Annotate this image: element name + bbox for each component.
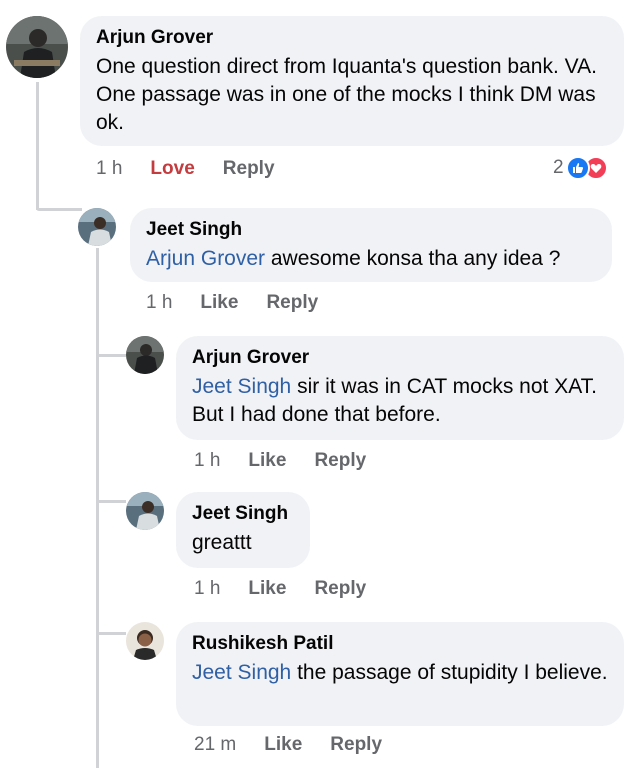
reply-button[interactable]: Reply [330, 734, 382, 756]
comment-text: One question direct from Iquanta's quest… [96, 55, 597, 134]
avatar[interactable] [126, 492, 164, 530]
comment-actions: 1 h Love Reply [96, 158, 275, 180]
comment-actions: 21 m Like Reply [194, 734, 382, 756]
mention-link[interactable]: Jeet Singh [192, 661, 291, 684]
reply-button[interactable]: Reply [223, 158, 275, 180]
comment-author[interactable]: Arjun Grover [96, 26, 610, 50]
avatar[interactable] [126, 622, 164, 660]
comment-actions: 1 h Like Reply [146, 292, 318, 314]
like-button[interactable]: Like [248, 450, 286, 472]
like-button[interactable]: Like [264, 734, 302, 756]
reply-button[interactable]: Reply [266, 292, 318, 314]
comment-bubble: Arjun Grover One question direct from Iq… [80, 16, 624, 146]
comment-bubble: Jeet Singh greattt [176, 492, 310, 568]
person-photo-icon [126, 336, 164, 374]
reply-button[interactable]: Reply [314, 450, 366, 472]
comment-bubble: Rushikesh Patil Jeet Singh the passage o… [176, 622, 624, 726]
person-photo-icon [78, 208, 116, 246]
comment-author[interactable]: Jeet Singh [146, 218, 598, 242]
mention-link[interactable]: Arjun Grover [146, 247, 265, 270]
person-photo-icon [6, 16, 68, 78]
reaction-count: 2 [553, 157, 564, 178]
avatar[interactable] [78, 208, 116, 246]
avatar[interactable] [6, 16, 68, 78]
thread-connector-4 [96, 632, 126, 635]
comment-bubble: Jeet Singh Arjun Grover awesome konsa th… [130, 208, 612, 282]
reply-button[interactable]: Reply [314, 578, 366, 600]
love-button[interactable]: Love [150, 158, 194, 180]
thread-connector-1 [36, 208, 82, 211]
thread-connector-2 [96, 354, 126, 357]
thread-line-replies [96, 248, 99, 768]
comment-author[interactable]: Arjun Grover [192, 346, 610, 370]
comment-bubble: Arjun Grover Jeet Singh sir it was in CA… [176, 336, 624, 440]
comment-time[interactable]: 1 h [194, 578, 220, 600]
comment-text: Jeet Singh the passage of stupidity I be… [192, 659, 610, 687]
like-button[interactable]: Like [200, 292, 238, 314]
comment-text: Jeet Singh sir it was in CAT mocks not X… [192, 373, 610, 429]
like-button[interactable]: Like [248, 578, 286, 600]
reactions-summary[interactable]: 2 [553, 156, 608, 180]
person-photo-icon [126, 492, 164, 530]
comment-author[interactable]: Jeet Singh [192, 502, 296, 526]
comment-time[interactable]: 1 h [194, 450, 220, 472]
comment-text: greattt [192, 531, 252, 554]
comment-body: the passage of stupidity I believe. [291, 661, 608, 684]
comment-time[interactable]: 21 m [194, 734, 236, 756]
comment-actions: 1 h Like Reply [194, 578, 366, 600]
like-reaction-icon [565, 156, 590, 180]
comment-author[interactable]: Rushikesh Patil [192, 632, 610, 656]
thread-line-main [36, 82, 39, 210]
comment-actions: 1 h Like Reply [194, 450, 366, 472]
comment-body: awesome konsa tha any idea ? [265, 247, 561, 270]
comment-time[interactable]: 1 h [96, 158, 122, 180]
thread-connector-3 [96, 500, 126, 503]
person-photo-icon [126, 622, 164, 660]
comment-time[interactable]: 1 h [146, 292, 172, 314]
avatar[interactable] [126, 336, 164, 374]
mention-link[interactable]: Jeet Singh [192, 375, 291, 398]
comment-text: Arjun Grover awesome konsa tha any idea … [146, 245, 598, 273]
